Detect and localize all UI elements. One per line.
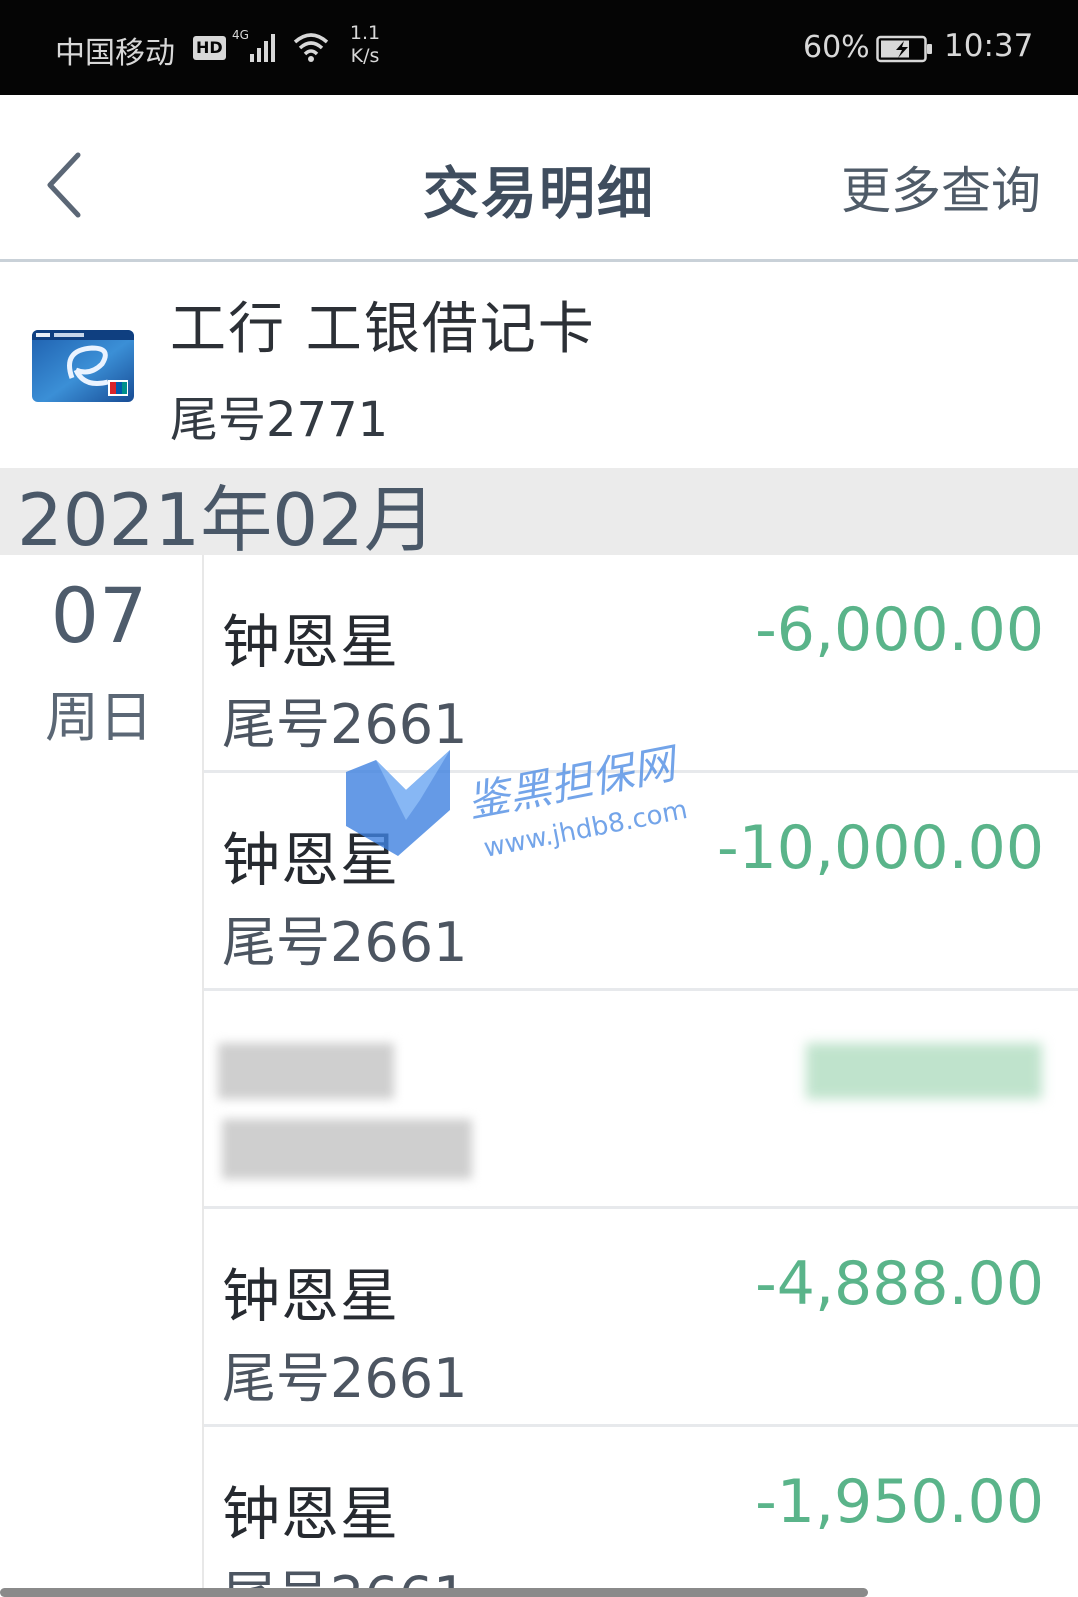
battery-charging-icon — [876, 35, 932, 63]
card-tail-number: 尾号2771 — [170, 392, 389, 448]
counterparty-name: 钟恩星 — [222, 608, 400, 676]
date-weekday: 周日 — [45, 686, 153, 749]
network-speed-unit: K/s — [350, 45, 380, 67]
account-card-info: 工行 工银借记卡 尾号2771 — [0, 262, 1078, 468]
counterparty-name: 钟恩星 — [222, 1262, 400, 1330]
date-column: 07 周日 — [0, 555, 204, 1597]
nav-header: 交易明细 更多查询 — [0, 95, 1078, 262]
battery-percent: 60% — [803, 30, 870, 65]
clock-time: 10:37 — [944, 28, 1034, 64]
redacted-name — [218, 1043, 394, 1099]
transaction-amount: -10,000.00 — [716, 813, 1044, 883]
counterparty-tail: 尾号2661 — [222, 1347, 468, 1410]
home-indicator[interactable] — [0, 1588, 868, 1597]
redacted-tail — [222, 1119, 472, 1179]
transaction-row-redacted[interactable] — [204, 991, 1078, 1209]
transaction-amount: -1,950.00 — [755, 1467, 1044, 1537]
bank-card-icon — [32, 330, 134, 402]
transaction-row[interactable]: 钟恩星 尾号2661 -4,888.00 — [204, 1209, 1078, 1427]
transaction-list[interactable]: 钟恩星 尾号2661 -6,000.00 钟恩星 尾号2661 -10,000.… — [204, 555, 1078, 1597]
carrier-name: 中国移动 — [55, 36, 175, 71]
svg-text:4G: 4G — [232, 28, 249, 42]
counterparty-tail: 尾号2661 — [222, 693, 468, 756]
hd-badge: HD — [193, 36, 226, 60]
date-day: 07 — [50, 571, 148, 660]
network-speed-value: 1.1 — [349, 22, 381, 44]
wifi-icon — [293, 33, 329, 62]
transaction-amount: -6,000.00 — [755, 595, 1044, 665]
transaction-row[interactable]: 钟恩星 尾号2661 -6,000.00 — [204, 555, 1078, 773]
counterparty-name: 钟恩星 — [222, 826, 400, 894]
transaction-row[interactable]: 钟恩星 尾号2661 -1,950.00 — [204, 1427, 1078, 1597]
transaction-amount: -4,888.00 — [755, 1249, 1044, 1319]
counterparty-tail: 尾号2661 — [222, 911, 468, 974]
month-header: 2021年02月 — [0, 468, 1078, 562]
redacted-amount — [806, 1043, 1042, 1099]
counterparty-name: 钟恩星 — [222, 1480, 400, 1548]
signal-4g-icon: 4G — [232, 28, 275, 62]
card-name: 工行 工银借记卡 — [170, 297, 596, 362]
transaction-row[interactable]: 钟恩星 尾号2661 -10,000.00 — [204, 773, 1078, 991]
more-query-button[interactable]: 更多查询 — [841, 151, 1041, 223]
network-speed: 1.1 K/s — [345, 22, 385, 68]
status-bar: 中国移动 HD 4G 1.1 K/s 60% 10:37 — [0, 0, 1078, 95]
